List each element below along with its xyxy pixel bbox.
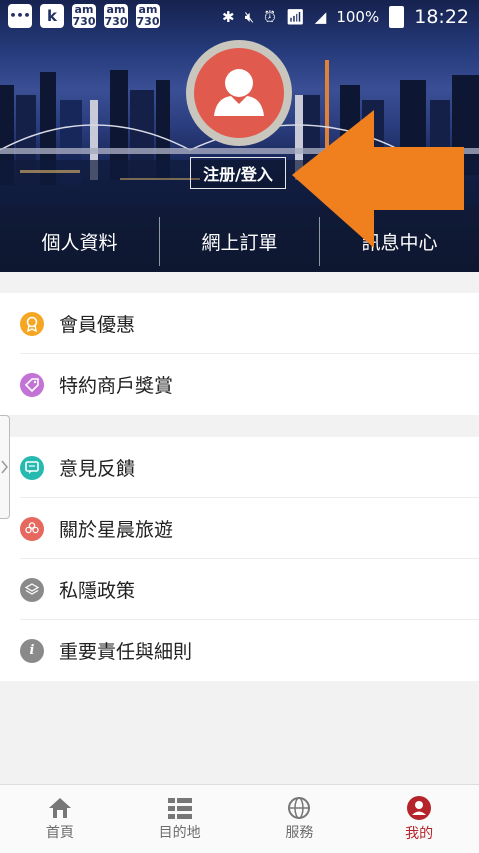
- user-icon: [407, 796, 432, 820]
- battery-percent: 100%: [336, 7, 380, 26]
- bottom-navigation: 首頁 目的地 服務 我的: [0, 784, 479, 853]
- tab-personal-info[interactable]: 個人資料: [0, 211, 159, 272]
- menu-group-info: 意見反饋 關於星晨旅遊 私隱政策 i 重要責任與細則: [0, 437, 479, 681]
- status-bar: ••• k am 730 am 730 am 730 ✱ 🔇︎ ⏰︎ 📶︎ ◢ 100…: [0, 0, 479, 33]
- menu-item-merchant-rewards[interactable]: 特約商戶獎賞: [0, 354, 479, 415]
- menu-item-privacy-policy[interactable]: 私隱政策: [0, 559, 479, 620]
- nav-destinations[interactable]: 目的地: [120, 785, 240, 853]
- chat-icon: [20, 455, 44, 480]
- login-register-button[interactable]: 注册/登入: [190, 157, 286, 189]
- menu-item-label: 特約商戶獎賞: [59, 375, 174, 397]
- menu-item-member-offers[interactable]: 會員優惠: [0, 293, 479, 354]
- signal-icon: ◢: [314, 7, 327, 26]
- nav-my-account[interactable]: 我的: [359, 785, 479, 853]
- layers-icon: [20, 577, 44, 602]
- nav-home[interactable]: 首頁: [0, 785, 120, 853]
- nav-label: 目的地: [158, 825, 201, 841]
- menu-item-label: 重要責任與細則: [59, 641, 193, 663]
- flower-icon: [20, 516, 44, 541]
- nav-services[interactable]: 服務: [240, 785, 360, 853]
- menu-item-label: 會員優惠: [59, 314, 136, 336]
- list-icon: [167, 798, 192, 819]
- k-app-icon: k: [40, 4, 64, 28]
- menu-item-terms[interactable]: i 重要責任與細則: [0, 620, 479, 681]
- menu-item-label: 私隱政策: [59, 580, 136, 602]
- menu-item-label: 關於星晨旅遊: [59, 519, 174, 541]
- bluetooth-icon: ✱: [222, 7, 235, 26]
- battery-icon: [389, 5, 405, 28]
- am730-icon: am 730: [72, 3, 96, 28]
- avatar[interactable]: [186, 40, 292, 146]
- nav-label: 我的: [405, 826, 434, 842]
- nav-label: 首頁: [45, 825, 74, 841]
- menu-item-feedback[interactable]: 意見反饋: [0, 437, 479, 498]
- info-icon: i: [20, 638, 44, 663]
- am730-icon: am 730: [136, 3, 160, 28]
- am730-icon: am 730: [104, 3, 128, 28]
- mute-icon: 🔇︎: [244, 7, 255, 26]
- side-drawer-handle[interactable]: [0, 415, 10, 519]
- chat-bubble-icon: •••: [8, 4, 32, 28]
- award-icon: [20, 311, 44, 336]
- globe-icon: [288, 797, 311, 819]
- menu-item-about-company[interactable]: 關於星晨旅遊: [0, 498, 479, 559]
- tag-icon: [20, 372, 44, 397]
- nav-label: 服務: [285, 825, 314, 841]
- home-icon: [48, 798, 71, 818]
- orange-pointer-arrow: [292, 110, 464, 248]
- user-silhouette-icon: [214, 69, 264, 116]
- clock-time: 18:22: [414, 5, 469, 28]
- menu-item-label: 意見反饋: [59, 458, 136, 480]
- wifi-icon: 📶︎: [285, 7, 305, 26]
- alarm-icon: ⏰︎: [264, 7, 276, 26]
- menu-group-benefits: 會員優惠 特約商戶獎賞: [0, 293, 479, 415]
